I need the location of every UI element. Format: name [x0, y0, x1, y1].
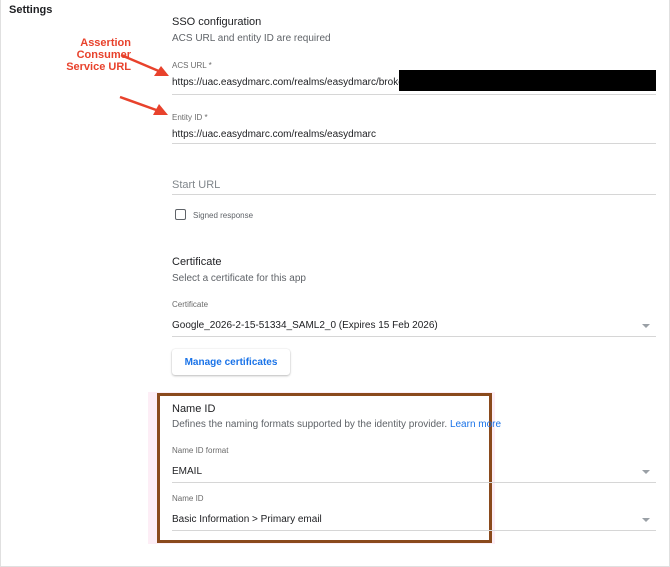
- name-id-description: Defines the naming formats supported by …: [172, 419, 501, 430]
- certificate-select[interactable]: Google_2026-2-15-51334_SAML2_0 (Expires …: [172, 320, 438, 331]
- start-url-underline: [172, 194, 656, 195]
- entity-id-underline: [172, 143, 656, 144]
- name-id-format-dropdown-icon[interactable]: [642, 470, 650, 474]
- name-id-dropdown-icon[interactable]: [642, 518, 650, 522]
- saml-settings-page: Settings Assertion Consumer Service URL …: [0, 0, 670, 567]
- start-url-input[interactable]: Start URL: [172, 179, 220, 191]
- name-id-field-label: Name ID: [172, 494, 204, 503]
- name-id-format-select[interactable]: EMAIL: [172, 466, 202, 477]
- signed-response-checkbox[interactable]: [175, 209, 186, 220]
- signed-response-label: Signed response: [193, 211, 254, 220]
- acs-url-underline: [172, 94, 656, 95]
- arrow-to-acs-url: [120, 53, 169, 76]
- name-id-description-text: Defines the naming formats supported by …: [172, 419, 448, 430]
- name-id-heading: Name ID: [172, 403, 216, 415]
- certificate-heading: Certificate: [172, 256, 222, 268]
- certificate-subtitle: Select a certificate for this app: [172, 273, 306, 284]
- redaction-block: [399, 70, 656, 91]
- arrow-to-entity-id: [119, 95, 168, 115]
- entity-id-label: Entity ID *: [172, 113, 208, 122]
- acs-url-label: ACS URL *: [172, 61, 212, 70]
- manage-certificates-button[interactable]: Manage certificates: [172, 349, 290, 375]
- certificate-dropdown-icon[interactable]: [642, 324, 650, 328]
- sso-configuration-subtitle: ACS URL and entity ID are required: [172, 33, 331, 44]
- name-id-underline: [172, 530, 656, 531]
- name-id-format-label: Name ID format: [172, 446, 229, 455]
- acs-url-input[interactable]: https://uac.easydmarc.com/realms/easydma…: [172, 77, 407, 88]
- certificate-underline: [172, 336, 656, 337]
- certificate-field-label: Certificate: [172, 300, 209, 309]
- sso-configuration-heading: SSO configuration: [172, 16, 262, 28]
- learn-more-link[interactable]: Learn more: [450, 419, 501, 430]
- name-id-select[interactable]: Basic Information > Primary email: [172, 514, 322, 525]
- entity-id-input[interactable]: https://uac.easydmarc.com/realms/easydma…: [172, 129, 376, 140]
- name-id-format-underline: [172, 482, 656, 483]
